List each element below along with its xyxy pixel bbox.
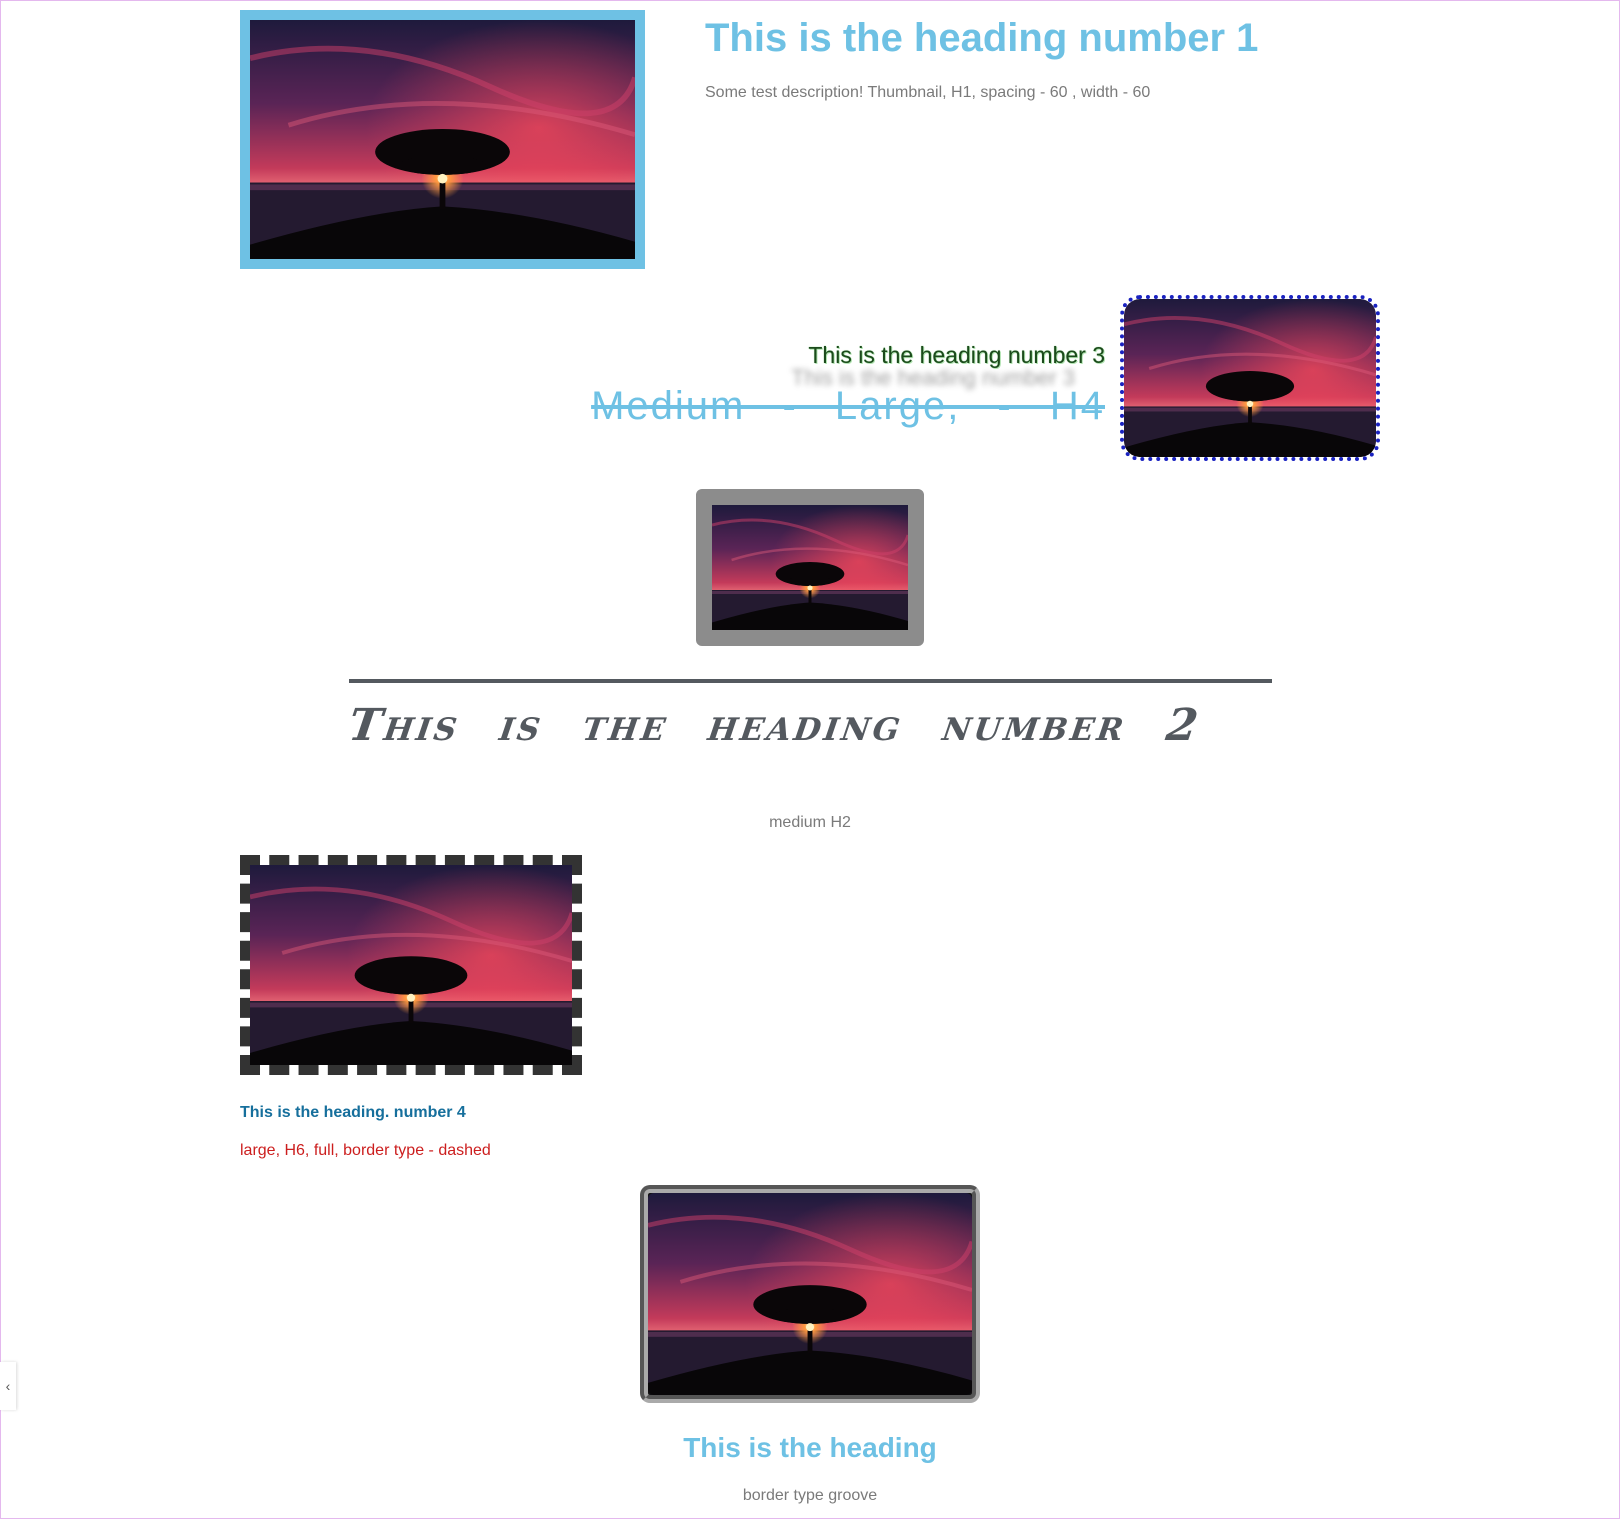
thumbnail-image-3 — [1120, 295, 1380, 461]
thumbnail-image-5 — [640, 1185, 980, 1403]
sunset-tree-photo — [250, 20, 635, 259]
description-1: Some test description! Thumbnail, H1, sp… — [705, 84, 1151, 101]
sidebar-toggle-button[interactable]: ‹ — [0, 1362, 16, 1410]
description-5: border type groove — [742, 1487, 878, 1504]
divider — [349, 679, 1272, 683]
thumbnail-image-2 — [696, 489, 924, 646]
heading-5: This is the heading — [683, 1432, 937, 1463]
sunset-tree-photo — [250, 865, 572, 1065]
sunset-tree-photo — [1124, 299, 1376, 457]
sunset-tree-photo — [712, 505, 908, 630]
description-3: Medium - Large, - H4 — [591, 384, 1105, 428]
description-2: medium H2 — [769, 814, 851, 831]
heading-4: This is the heading. number 4 — [240, 1104, 466, 1121]
thumbnail-image-1 — [240, 10, 645, 269]
sunset-tree-photo — [648, 1193, 972, 1395]
heading-3: This is the heading number 3 — [808, 342, 1105, 368]
thumbnail-image-4 — [240, 855, 582, 1075]
chevron-left-icon: ‹ — [5, 1378, 11, 1394]
description-4: large, H6, full, border type - dashed — [240, 1142, 491, 1159]
heading-1: This is the heading number 1 — [705, 16, 1259, 60]
heading-2: This is the heading number 2 — [345, 700, 1205, 751]
